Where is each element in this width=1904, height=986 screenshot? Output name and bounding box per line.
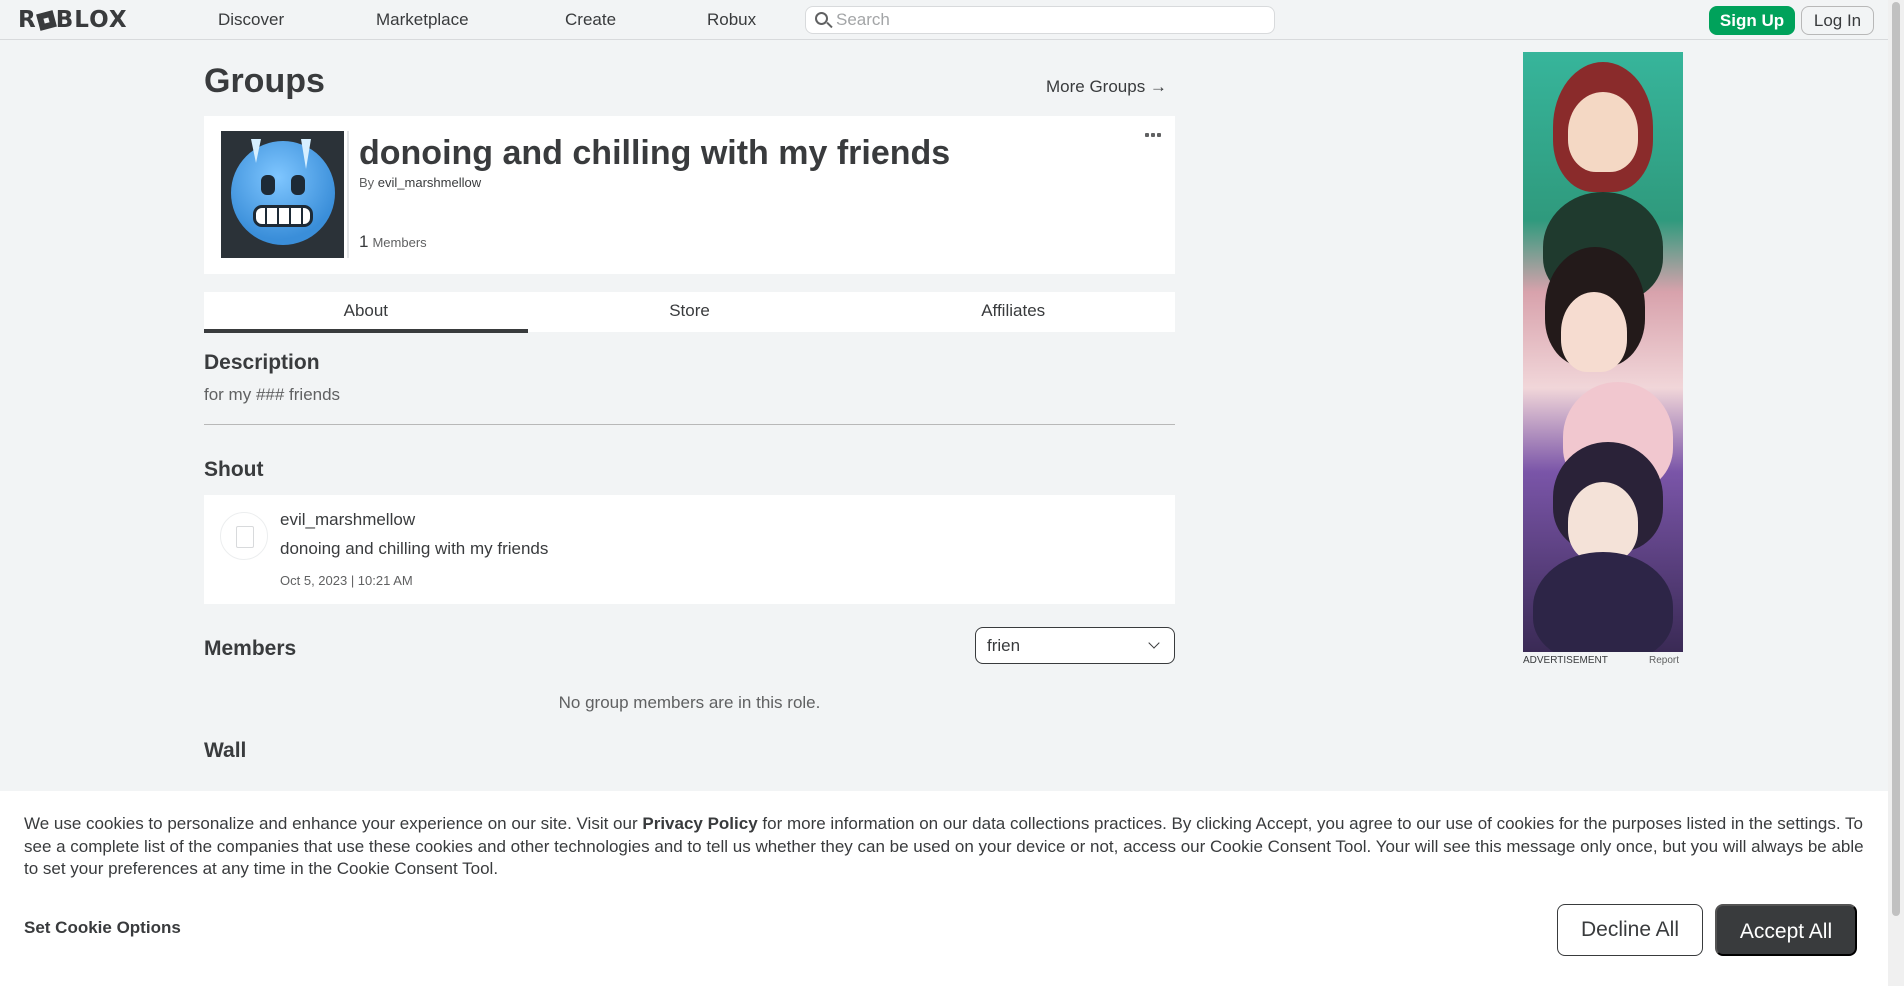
shout-username-link[interactable]: evil_marshmellow bbox=[280, 510, 415, 530]
tab-affiliates[interactable]: Affiliates bbox=[851, 292, 1175, 332]
avatar-placeholder-icon bbox=[236, 526, 254, 548]
member-count-label: Members bbox=[372, 235, 427, 250]
wall-heading: Wall bbox=[204, 739, 247, 762]
description-text: for my ### friends bbox=[204, 385, 341, 404]
tab-about[interactable]: About bbox=[204, 292, 528, 333]
top-navigation: R BLOX Discover Marketplace Create Robux … bbox=[0, 0, 1888, 40]
nav-marketplace[interactable]: Marketplace bbox=[376, 10, 469, 30]
tab-store[interactable]: Store bbox=[528, 292, 852, 332]
decline-all-button[interactable]: Decline All bbox=[1557, 904, 1703, 956]
cookie-message: We use cookies to personalize and enhanc… bbox=[24, 813, 1869, 881]
description-divider bbox=[204, 424, 1175, 425]
group-name: donoing and chilling with my friends bbox=[359, 134, 951, 172]
advertisement-banner[interactable] bbox=[1523, 52, 1683, 652]
role-dropdown-value: frien bbox=[987, 636, 1021, 655]
shout-card: evil_marshmellow donoing and chilling wi… bbox=[204, 495, 1175, 604]
shout-message: donoing and chilling with my friends bbox=[280, 539, 549, 558]
group-emblem bbox=[221, 131, 344, 258]
empty-members-message: No group members are in this role. bbox=[558, 693, 821, 712]
accept-all-button[interactable]: Accept All bbox=[1715, 904, 1857, 956]
search-input[interactable] bbox=[836, 8, 1256, 32]
role-dropdown[interactable]: frien bbox=[975, 627, 1175, 664]
more-groups-link[interactable]: More Groups → bbox=[1046, 77, 1167, 97]
scrollbar-thumb[interactable] bbox=[1892, 2, 1900, 916]
page-title: Groups bbox=[204, 62, 325, 100]
nav-create[interactable]: Create bbox=[565, 10, 616, 30]
avatar[interactable] bbox=[220, 512, 268, 560]
privacy-policy-link[interactable]: Privacy Policy bbox=[642, 814, 757, 833]
group-owner-line: By evil_marshmellow bbox=[359, 175, 481, 190]
shout-timestamp: Oct 5, 2023 | 10:21 AM bbox=[280, 573, 413, 588]
cookie-consent-banner: We use cookies to personalize and enhanc… bbox=[0, 791, 1888, 986]
group-member-count: 1 Members bbox=[359, 232, 427, 252]
group-header-divider bbox=[347, 131, 349, 258]
log-in-button[interactable]: Log In bbox=[1801, 6, 1874, 35]
cookie-text-before: We use cookies to personalize and enhanc… bbox=[24, 814, 643, 833]
search-icon[interactable] bbox=[806, 6, 836, 34]
logo-o-mark bbox=[35, 10, 57, 31]
page-scrollbar[interactable] bbox=[1888, 0, 1904, 986]
nav-robux[interactable]: Robux bbox=[707, 10, 756, 30]
nav-discover[interactable]: Discover bbox=[218, 10, 284, 30]
description-heading: Description bbox=[204, 351, 320, 374]
group-by-prefix: By bbox=[359, 175, 375, 190]
report-ad-link[interactable]: Report bbox=[1649, 655, 1679, 666]
chevron-down-icon bbox=[1148, 637, 1160, 649]
search-box bbox=[805, 6, 1275, 34]
shout-heading: Shout bbox=[204, 458, 264, 481]
member-count-value: 1 bbox=[359, 232, 369, 251]
sign-up-button[interactable]: Sign Up bbox=[1709, 6, 1795, 35]
cold-face-emoji-icon bbox=[231, 139, 335, 245]
advertisement-label: ADVERTISEMENT bbox=[1523, 655, 1608, 666]
members-heading: Members bbox=[204, 637, 297, 660]
group-header-card: donoing and chilling with my friends By … bbox=[204, 116, 1175, 274]
group-owner-link[interactable]: evil_marshmellow bbox=[378, 175, 481, 190]
more-options-icon[interactable] bbox=[1145, 133, 1163, 141]
roblox-logo[interactable]: R BLOX bbox=[18, 8, 128, 32]
set-cookie-options-button[interactable]: Set Cookie Options bbox=[24, 918, 181, 938]
group-tabs: About Store Affiliates bbox=[204, 292, 1175, 333]
